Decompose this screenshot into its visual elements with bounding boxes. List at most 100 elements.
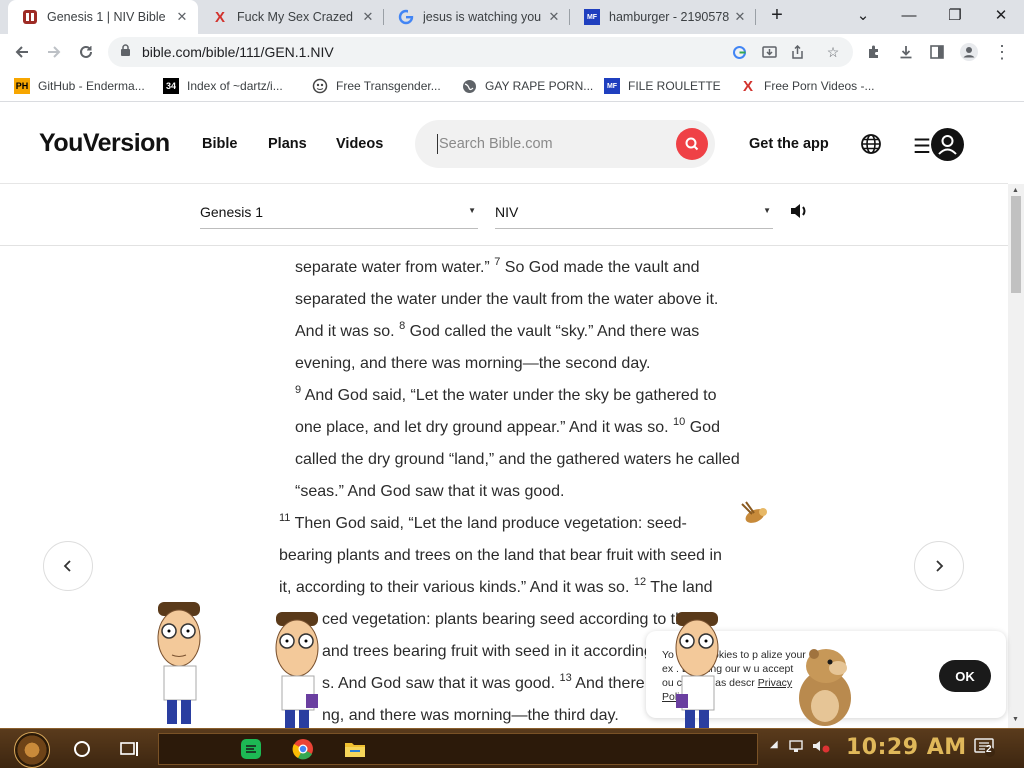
nav-videos[interactable]: Videos [336, 136, 383, 152]
search-input[interactable] [437, 134, 667, 154]
nav-plans[interactable]: Plans [268, 136, 307, 152]
forward-arrow-icon [48, 46, 61, 58]
verse-line: ng, and there was morning—the third day. [322, 707, 619, 724]
bookmark-file-roulette[interactable]: MF FILE ROULETTE [604, 77, 721, 95]
cartoon-character-sprite[interactable] [670, 610, 726, 728]
chapter-select[interactable]: Genesis 1 ▼ [200, 200, 478, 229]
profile-button[interactable] [955, 38, 983, 66]
bookmark-free-transgender[interactable]: Free Transgender... [312, 77, 441, 95]
task-view-icon[interactable] [118, 737, 142, 761]
verse-line: bearing plants and trees on the land tha… [279, 547, 722, 564]
scrollbar-thumb[interactable] [1011, 196, 1021, 293]
taskbar-clock[interactable]: 10:29 AM [846, 735, 967, 760]
tab-genesis[interactable]: Genesis 1 | NIV Bible ✕ [8, 0, 198, 34]
chevron-right-icon [936, 560, 944, 572]
x-site-icon: X [742, 77, 753, 95]
network-icon[interactable] [789, 739, 805, 756]
caret-down-icon: ▼ [468, 206, 476, 215]
verse-number: 7 [494, 256, 501, 268]
cortana-circle-icon[interactable] [70, 737, 94, 761]
action-center-icon[interactable]: 2 [974, 737, 996, 760]
tab-search-button[interactable]: ⌄ [840, 0, 886, 30]
spotify-like-app-icon[interactable] [239, 737, 263, 761]
tab-close-icon[interactable]: ✕ [544, 9, 564, 25]
caret-down-icon: ▼ [763, 206, 771, 215]
hamburger-menu-icon[interactable]: ☰ [913, 134, 931, 159]
previous-chapter-button[interactable] [43, 541, 93, 591]
bird-sprite[interactable] [738, 500, 772, 530]
tab-xvideos[interactable]: X Fuck My Sex Crazed ✕ [198, 0, 384, 34]
chevron-left-icon [63, 560, 71, 572]
mediafire-icon: MF [604, 78, 620, 94]
tab-close-icon[interactable]: ✕ [730, 9, 750, 25]
chrome-icon[interactable] [291, 737, 315, 761]
reload-button[interactable] [72, 38, 100, 66]
scroll-up-arrow-icon[interactable]: ▲ [1012, 187, 1019, 194]
file-explorer-icon[interactable] [343, 737, 367, 761]
forward-button[interactable] [40, 38, 68, 66]
next-chapter-button[interactable] [914, 541, 964, 591]
extensions-button[interactable] [860, 38, 888, 66]
google-lens-icon[interactable] [728, 41, 750, 63]
verse-line: one place, and let dry ground appear.” A… [295, 416, 720, 437]
bookmark-gay-rape-porn[interactable]: GAY RAPE PORN... [461, 77, 593, 95]
scroll-down-arrow-icon[interactable]: ▼ [1012, 716, 1019, 723]
bookmark-free-porn-videos[interactable]: X Free Porn Videos -... [740, 77, 875, 95]
verse-line: 9 And God said, “Let the water under the… [295, 384, 717, 405]
page-scrollbar[interactable]: ▲ ▼ [1008, 184, 1024, 728]
bookmark-label: Free Transgender... [336, 79, 441, 93]
google-icon [398, 9, 414, 25]
close-window-button[interactable]: ✕ [978, 0, 1024, 30]
search-button[interactable] [676, 128, 708, 160]
get-the-app-link[interactable]: Get the app [749, 136, 829, 152]
user-account-icon[interactable] [931, 128, 964, 161]
hamster-sprite[interactable] [790, 644, 860, 728]
tab-close-icon[interactable]: ✕ [172, 9, 192, 25]
back-button[interactable] [8, 38, 36, 66]
install-app-icon[interactable] [758, 41, 780, 63]
taskbar-apps-area [158, 733, 758, 765]
youversion-logo[interactable]: YouVersion [39, 129, 170, 158]
pornhub-icon: PH [14, 78, 30, 94]
language-globe-icon[interactable] [860, 133, 882, 155]
tab-title: Genesis 1 | NIV Bible [47, 10, 166, 24]
x-site-icon: X [214, 8, 225, 26]
verse-line: evening, and there was morning—the secon… [295, 355, 651, 372]
downloads-button[interactable] [892, 38, 920, 66]
side-panel-button[interactable] [923, 38, 951, 66]
version-select[interactable]: NIV ▼ [495, 200, 773, 229]
tab-separator [755, 9, 756, 25]
mediafire-icon: MF [584, 9, 600, 25]
chrome-menu-button[interactable]: ⋮ [988, 38, 1016, 66]
verse-line: separate water from water.” 7 So God mad… [295, 256, 700, 277]
cartoon-character-sprite[interactable] [150, 600, 210, 728]
tray-overflow-icon[interactable]: ◢ [770, 739, 778, 750]
lock-icon [120, 44, 134, 60]
volume-muted-icon[interactable] [812, 739, 830, 756]
maximize-button[interactable]: ❐ [932, 0, 978, 30]
minimize-button[interactable]: — [886, 0, 932, 30]
share-icon[interactable] [786, 41, 808, 63]
bookmark-github[interactable]: PH GitHub - Enderma... [14, 77, 145, 95]
verse-number: 11 [279, 512, 291, 524]
privacy-policy-link[interactable]: Privacy [758, 677, 792, 689]
cookie-ok-button[interactable]: OK [939, 660, 991, 692]
folder-index-icon: 34 [163, 78, 179, 94]
site-search-box [415, 120, 715, 168]
address-bar[interactable]: bible.com/bible/111/GEN.1.NIV ☆ [108, 37, 853, 67]
tab-close-icon[interactable]: ✕ [358, 9, 378, 25]
audio-speaker-icon[interactable] [788, 200, 810, 222]
bookmark-index-of[interactable]: 34 Index of ~dartz/i... [163, 77, 283, 95]
verse-line: called the dry ground “land,” and the ga… [295, 451, 740, 468]
new-tab-button[interactable]: + [762, 0, 792, 30]
start-button[interactable] [14, 732, 50, 768]
cartoon-character-sprite[interactable] [270, 610, 326, 728]
nav-bible[interactable]: Bible [202, 136, 237, 152]
tab-google[interactable]: jesus is watching you ✕ [384, 0, 570, 34]
bookmark-star-icon[interactable]: ☆ [822, 41, 844, 63]
tab-hamburger[interactable]: MF hamburger - 2190578 ✕ [570, 0, 756, 34]
download-icon [900, 46, 912, 59]
side-panel-icon [930, 45, 944, 59]
verse-line: And it was so. 8 God called the vault “s… [295, 320, 700, 341]
bookmark-label: Free Porn Videos -... [764, 79, 875, 93]
